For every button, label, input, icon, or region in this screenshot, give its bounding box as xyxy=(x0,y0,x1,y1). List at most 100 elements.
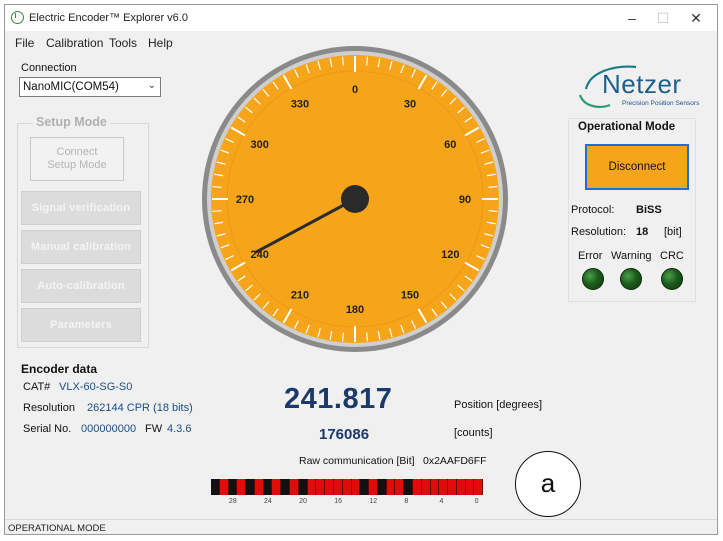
maximize-button[interactable]: ☐ xyxy=(648,8,678,28)
encoder-data-panel: Encoder data CAT# VLX-60-SG-S0 Resolutio… xyxy=(15,361,225,441)
bit-cell xyxy=(298,479,308,495)
bit-cell xyxy=(439,479,449,495)
gauge-tick xyxy=(212,210,222,213)
encoder-data-title: Encoder data xyxy=(21,362,98,376)
counts-unit: [counts] xyxy=(454,427,493,439)
bit-cell xyxy=(281,479,291,495)
menu-help[interactable]: Help xyxy=(148,36,173,50)
position-readout: 241.817 xyxy=(284,383,393,415)
counts-readout: 176086 xyxy=(319,426,370,443)
app-power-icon xyxy=(11,11,24,24)
signal-verification-button[interactable]: Signal verification xyxy=(21,191,141,225)
bit-cell xyxy=(395,479,405,495)
setup-mode-title: Setup Mode xyxy=(33,115,110,129)
menu-tools[interactable]: Tools xyxy=(109,36,137,50)
connect-setup-line2: Setup Mode xyxy=(47,159,107,171)
crc-led xyxy=(661,268,683,290)
gauge-tick xyxy=(212,185,222,188)
position-gauge: 0306090120150180210240270300330 xyxy=(202,46,508,352)
bit-cell xyxy=(307,479,317,495)
app-window: Electric Encoder™ Explorer v6.0 – ☐ ✕ Fi… xyxy=(4,4,718,535)
serial-label: Serial No. xyxy=(23,423,72,435)
connection-label: Connection xyxy=(21,62,77,74)
cat-value: VLX-60-SG-S0 xyxy=(59,381,133,393)
fw-value: 4.3.6 xyxy=(167,423,192,435)
raw-communication-label: Raw communication [Bit] xyxy=(299,455,415,467)
gauge-label: 210 xyxy=(291,289,309,301)
bit-index-label: 20 xyxy=(299,498,307,505)
gauge-label: 150 xyxy=(401,289,419,301)
connect-setup-line1: Connect xyxy=(56,146,98,158)
op-resolution-label: Resolution: xyxy=(571,226,627,238)
resolution-value: 262144 CPR (18 bits) xyxy=(87,402,193,414)
raw-bit-bar xyxy=(211,479,484,495)
bit-cell xyxy=(360,479,370,495)
bit-cell xyxy=(456,479,466,495)
menu-calibration[interactable]: Calibration xyxy=(46,36,103,50)
bit-cell xyxy=(333,479,343,495)
status-text: OPERATIONAL MODE xyxy=(8,523,106,534)
protocol-value: BiSS xyxy=(636,204,662,216)
disconnect-button[interactable]: Disconnect xyxy=(585,144,689,190)
bit-cell xyxy=(448,479,457,495)
gauge-label: 90 xyxy=(459,194,471,206)
crc-indicator-label: CRC xyxy=(660,250,684,262)
bit-cell xyxy=(465,479,475,495)
auto-calibration-button[interactable]: Auto-calibration xyxy=(21,269,141,303)
warning-indicator-label: Warning xyxy=(611,250,652,262)
bit-cell xyxy=(412,479,422,495)
bit-cell xyxy=(272,479,282,495)
chevron-down-icon: ⌄ xyxy=(147,80,156,91)
title-bar: Electric Encoder™ Explorer v6.0 – ☐ ✕ xyxy=(5,5,717,31)
gauge-label: 270 xyxy=(236,194,254,206)
position-unit: Position [degrees] xyxy=(454,399,543,411)
bit-cell xyxy=(211,479,220,495)
bit-cell xyxy=(351,479,361,495)
gauge-tick xyxy=(341,332,344,342)
gauge-label: 0 xyxy=(352,84,358,96)
bit-cell xyxy=(263,479,273,495)
status-bar: OPERATIONAL MODE xyxy=(5,519,717,534)
bit-cell xyxy=(342,479,352,495)
bit-cell xyxy=(254,479,264,495)
gauge-hub xyxy=(341,185,369,213)
parameters-button[interactable]: Parameters xyxy=(21,308,141,342)
brand-name: Netzer xyxy=(602,69,682,99)
window-title: Electric Encoder™ Explorer v6.0 xyxy=(29,12,188,24)
connection-select[interactable]: NanoMIC(COM54) ⌄ xyxy=(19,77,161,97)
cat-label: CAT# xyxy=(23,381,51,393)
connect-setup-mode-button[interactable]: Connect Setup Mode xyxy=(30,137,124,181)
minimize-button[interactable]: – xyxy=(617,8,647,28)
gauge-tick xyxy=(488,185,498,188)
bit-cell xyxy=(325,479,334,495)
gauge-tick xyxy=(366,56,369,66)
fw-label: FW xyxy=(145,423,163,435)
gauge-tick xyxy=(488,210,498,213)
gauge-label: 120 xyxy=(441,249,459,261)
bit-cell xyxy=(290,479,299,495)
menu-file[interactable]: File xyxy=(15,36,34,50)
operational-mode-title: Operational Mode xyxy=(578,121,676,133)
close-button[interactable]: ✕ xyxy=(681,8,711,28)
bit-cell xyxy=(316,479,326,495)
bit-cell xyxy=(369,479,378,495)
bit-cell xyxy=(430,479,440,495)
bit-index-label: 4 xyxy=(439,498,444,505)
bit-cell xyxy=(219,479,229,495)
brand-tagline: Precision Position Sensors xyxy=(622,100,700,107)
gauge-label: 180 xyxy=(346,304,364,316)
error-led xyxy=(582,268,604,290)
bit-index-label: 16 xyxy=(334,498,343,505)
error-indicator-label: Error xyxy=(578,250,603,262)
gauge-label: 30 xyxy=(404,99,416,111)
connection-selected-value: NanoMIC(COM54) xyxy=(23,81,119,93)
gauge-label: 300 xyxy=(251,139,269,151)
protocol-label: Protocol: xyxy=(571,204,615,216)
bit-cell xyxy=(421,479,431,495)
bit-index-label: 12 xyxy=(369,498,378,505)
bit-cell xyxy=(228,479,238,495)
bit-cell xyxy=(377,479,387,495)
gauge-label: 60 xyxy=(444,139,456,151)
manual-calibration-button[interactable]: Manual calibration xyxy=(21,230,141,264)
bit-index-label: 28 xyxy=(228,498,237,505)
